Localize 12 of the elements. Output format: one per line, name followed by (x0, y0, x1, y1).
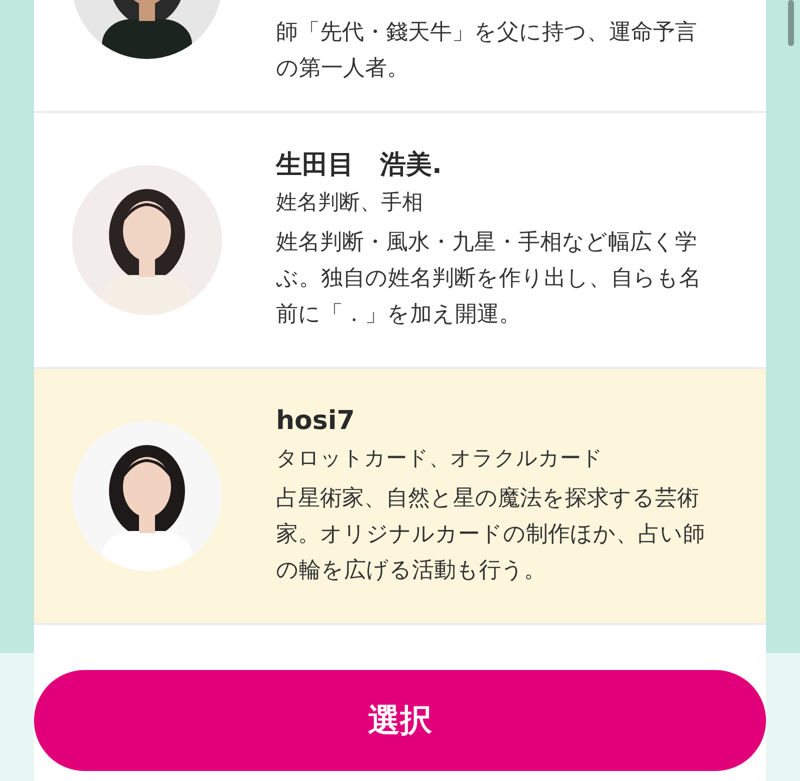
advisor-description: 姓名判断・風水・九星・手相など幅広く学ぶ。独自の姓名判断を作り出し、自らも名前に「．」を加え開運。 (276, 229, 702, 329)
advisor-name: hosi7 (276, 405, 356, 438)
advisor-card[interactable]: 師「先代・錢天牛」を父に持つ、運命予言の第一人者。 (34, 0, 766, 113)
advisor-specialty: タロットカード、オラクルカード (276, 445, 604, 472)
advisor-description: 師「先代・錢天牛」を父に持つ、運命予言の第一人者。 (276, 19, 698, 83)
advisor-card[interactable]: 生田目 浩美. 姓名判断、手相 姓名判断・風水・九星・手相など幅広く学ぶ。独自の姓名判断を作り出し、自らも名前に「．」を加え開運。 (34, 113, 766, 369)
advisor-card[interactable]: hosi7 タロットカード、オラクルカード 占星術家、自然と星の魔法を探求する芸術家。オリジナルカードの制作ほか、占い師の輪を広げる活動も行う。 (34, 369, 766, 625)
advisor-specialty: 姓名判断、手相 (276, 189, 424, 216)
advisor-description: 占星術家、自然と星の魔法を探求する芸術家。オリジナルカードの制作ほか、占い師の輪を広げる活動も行う。 (276, 485, 706, 585)
scrollbar[interactable] (788, 0, 794, 46)
select-button[interactable]: 選択 (34, 670, 766, 771)
advisor-name: 生田目 浩美. (276, 149, 443, 182)
